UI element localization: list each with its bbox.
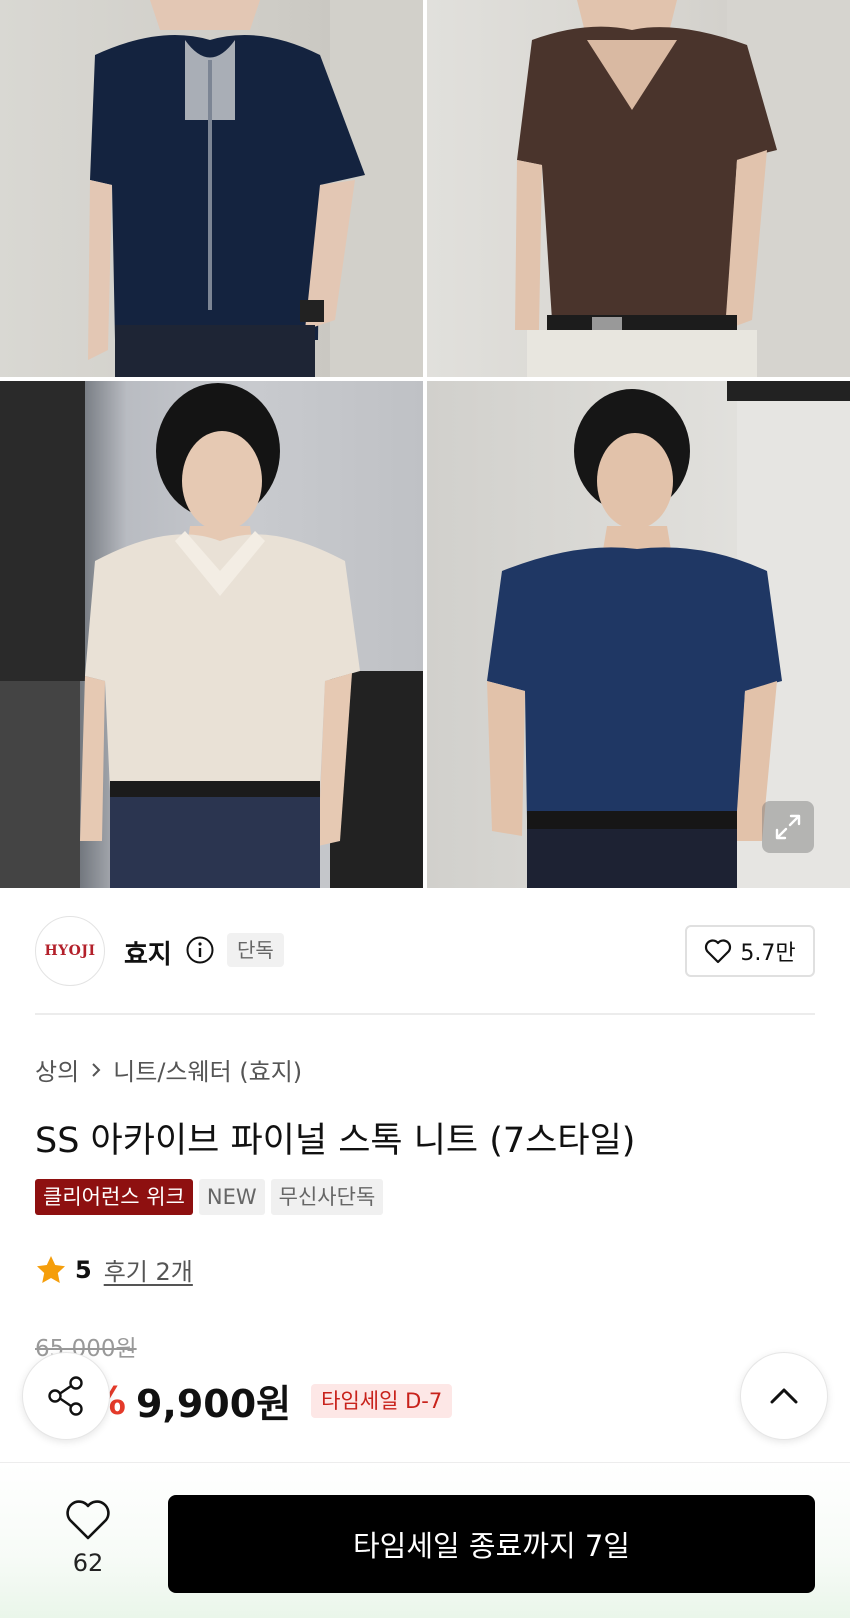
chevron-right-icon [92,1062,101,1077]
share-button[interactable] [22,1352,110,1440]
scroll-top-button[interactable] [740,1352,828,1440]
product-image-3[interactable] [0,381,423,888]
breadcrumb: 상의 니트/스웨터 (효지) [35,1052,302,1087]
info-icon[interactable] [185,935,215,965]
breadcrumb-category[interactable]: 상의 [35,1052,79,1087]
breadcrumb-subcategory[interactable]: 니트/스웨터 (효지) [113,1052,302,1087]
divider [35,1013,815,1015]
chevron-up-icon [770,1388,798,1404]
heart-icon [705,939,732,964]
tag-list: 클리어런스 위크 NEW 무신사단독 [35,1179,384,1215]
sale-price: 9,900원 [135,1382,292,1426]
timesale-badge: 타임세일 D-7 [311,1383,453,1418]
product-title: SS 아카이브 파이널 스톡 니트 (7스타일) [35,1121,636,1161]
bottom-action-bar: 62 타임세일 종료까지 7일 [0,1462,850,1618]
review-link[interactable]: 후기 2개 [104,1252,193,1287]
buy-button[interactable]: 타임세일 종료까지 7일 [168,1495,815,1593]
expand-icon [775,814,801,840]
expand-image-button[interactable] [762,801,814,853]
product-image-gallery[interactable] [0,0,850,888]
tag-exclusive: 무신사단독 [270,1179,384,1215]
rating-score: 5 [75,1255,92,1284]
exclusive-badge: 단독 [227,933,284,967]
like-button[interactable]: 62 [60,1499,116,1577]
brand-logo[interactable]: HYOJI [35,916,105,986]
tag-clearance: 클리어런스 위크 [35,1179,193,1215]
rating: 5 후기 2개 [35,1252,193,1287]
brand-row: HYOJI 효지 단독 5.7만 [35,916,815,988]
like-count: 62 [72,1549,104,1577]
tag-new: NEW [198,1179,265,1215]
star-icon [37,1255,65,1283]
product-image-2[interactable] [427,0,850,377]
brand-like-count: 5.7만 [740,941,796,966]
share-icon [48,1376,83,1416]
brand-name[interactable]: 효지 [124,934,172,971]
heart-icon [66,1500,110,1540]
brand-like-button[interactable]: 5.7만 [685,925,815,977]
product-image-1[interactable] [0,0,423,377]
